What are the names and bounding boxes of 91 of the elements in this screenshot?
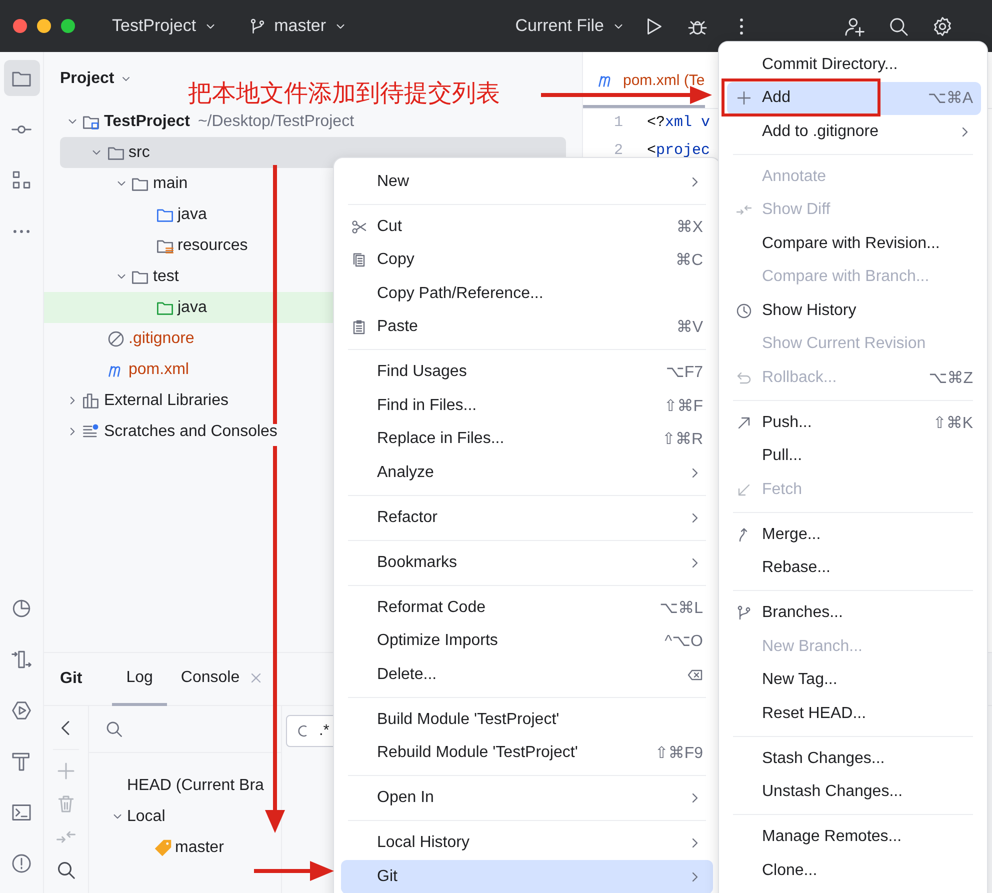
shortcut-text: ⌘C — [675, 251, 703, 270]
pie-chart-icon[interactable] — [11, 598, 32, 618]
search-icon — [105, 720, 123, 738]
undo-icon — [736, 370, 752, 386]
menu-item[interactable]: Local History — [341, 826, 713, 860]
menu-item[interactable]: Git — [341, 860, 713, 893]
branch-icon — [736, 605, 752, 622]
menu-item[interactable]: New Tag... — [727, 664, 981, 697]
annotation-text: 把本地文件添加到待提交列表 — [188, 79, 500, 109]
zoom-window-button[interactable] — [61, 19, 75, 33]
menu-item[interactable]: Delete... — [341, 658, 713, 692]
menu-item[interactable]: Compare with Revision... — [727, 227, 981, 260]
tree-item[interactable]: TestProject ~/Desktop/TestProject — [44, 106, 582, 137]
run-icon[interactable] — [11, 700, 32, 720]
shortcut-text: ⌘V — [676, 318, 703, 338]
add-user-icon[interactable] — [844, 16, 864, 36]
search-icon[interactable] — [56, 860, 76, 880]
arrow-down-left-icon — [736, 482, 752, 498]
menu-item[interactable]: Commit Directory... — [727, 48, 981, 82]
search-icon[interactable] — [888, 16, 908, 36]
menu-item[interactable]: Branches... — [727, 596, 981, 630]
menu-item[interactable]: New — [341, 165, 713, 198]
menu-item[interactable]: Cut ⌘X — [341, 210, 713, 244]
hammer-icon[interactable] — [11, 750, 32, 772]
menu-item[interactable]: Bookmarks — [341, 546, 713, 580]
shortcut-text: ⇧⌘F — [664, 396, 703, 416]
menu-item[interactable]: Stash Changes... — [727, 742, 981, 776]
menu-item[interactable]: Refactor — [341, 501, 713, 534]
branch-tree-item[interactable]: HEAD (Current Bra — [89, 770, 281, 801]
menu-item[interactable]: Add to .gitignore — [727, 115, 981, 148]
copy-icon — [351, 252, 367, 268]
tag-icon — [153, 838, 173, 858]
menu-item[interactable]: Manage Remotes... — [727, 820, 981, 854]
line-number: 1 — [612, 114, 623, 132]
menu-item[interactable]: Reset HEAD... — [727, 697, 981, 730]
library-icon — [82, 392, 100, 410]
menu-item[interactable]: Rebase... — [727, 552, 981, 585]
scissors-icon — [351, 218, 367, 235]
minimize-window-button[interactable] — [37, 19, 51, 33]
menu-item[interactable]: Push... ⇧⌘K — [727, 406, 981, 440]
shortcut-text: ⇧⌘R — [662, 430, 703, 450]
shortcut-text: ^⌥O — [664, 632, 703, 652]
plus-icon — [736, 90, 752, 106]
branch-tree-item[interactable]: Local — [89, 801, 281, 832]
tool-tab[interactable]: Log — [112, 653, 167, 706]
code-line: <projec — [647, 142, 710, 160]
menu-item[interactable]: Clone... — [727, 854, 981, 888]
shortcut-text: ⇧⌘K — [932, 414, 973, 433]
project-tool-button[interactable] — [4, 60, 40, 96]
problems-icon[interactable] — [11, 852, 32, 874]
shortcut-text: ⌥F7 — [666, 363, 703, 382]
services-icon[interactable] — [11, 648, 32, 670]
shortcut-text: ⌥⌘L — [660, 598, 703, 618]
menu-item[interactable]: Optimize Imports ^⌥O — [341, 624, 713, 658]
code-line: <?xml v — [647, 114, 710, 132]
menu-item[interactable]: Find Usages ⌥F7 — [341, 356, 713, 389]
panel-title[interactable]: Project — [60, 70, 114, 88]
branch-tree-item[interactable]: master — [89, 832, 281, 863]
tool-tab[interactable]: Console — [166, 653, 278, 706]
branch-dropdown[interactable]: master — [243, 12, 354, 40]
close-window-button[interactable] — [13, 19, 27, 33]
menu-item[interactable]: Reformat Code ⌥⌘L — [341, 591, 713, 624]
menu-item[interactable]: Show History — [727, 294, 981, 328]
panel-title: Git — [60, 670, 82, 688]
menu-item[interactable]: Unstash Changes... — [727, 776, 981, 809]
shortcut-text: ⌘X — [676, 218, 703, 237]
menu-item[interactable]: Open In — [341, 782, 713, 815]
run-configuration-dropdown[interactable]: Current File — [509, 12, 631, 40]
menu-item[interactable]: Analyze — [341, 456, 713, 490]
arrow-up-right-icon — [736, 414, 752, 431]
structure-icon[interactable] — [11, 170, 32, 190]
shortcut-text: ⌥⌘A — [928, 89, 973, 108]
menu-item[interactable]: Build Module 'TestProject' — [341, 703, 713, 736]
terminal-icon[interactable] — [11, 802, 32, 822]
project-dropdown[interactable]: TestProject — [106, 12, 224, 40]
clipboard-icon — [351, 319, 367, 336]
line-number: 2 — [612, 142, 623, 160]
clock-icon — [736, 302, 752, 319]
menu-item[interactable]: Replace in Files... ⇧⌘R — [341, 422, 713, 456]
shortcut-text: ⌥⌘Z — [928, 368, 973, 388]
branch-icon — [249, 18, 266, 34]
ignore-file-icon — [106, 330, 124, 348]
menu-item[interactable]: Pull... — [727, 440, 981, 473]
settings-icon[interactable] — [932, 16, 952, 36]
path-text: ~/Desktop/TestProject — [198, 112, 354, 130]
menu-item[interactable]: Find in Files... ⇧⌘F — [341, 389, 713, 422]
shortcut-text: ⇧⌘F9 — [654, 744, 703, 764]
menu-item[interactable]: Merge... — [727, 518, 981, 552]
menu-item[interactable]: Add ⌥⌘A — [727, 82, 981, 115]
menu-item[interactable]: Copy ⌘C — [341, 244, 713, 277]
menu-item[interactable]: Rebuild Module 'TestProject' ⇧⌘F9 — [341, 736, 713, 770]
